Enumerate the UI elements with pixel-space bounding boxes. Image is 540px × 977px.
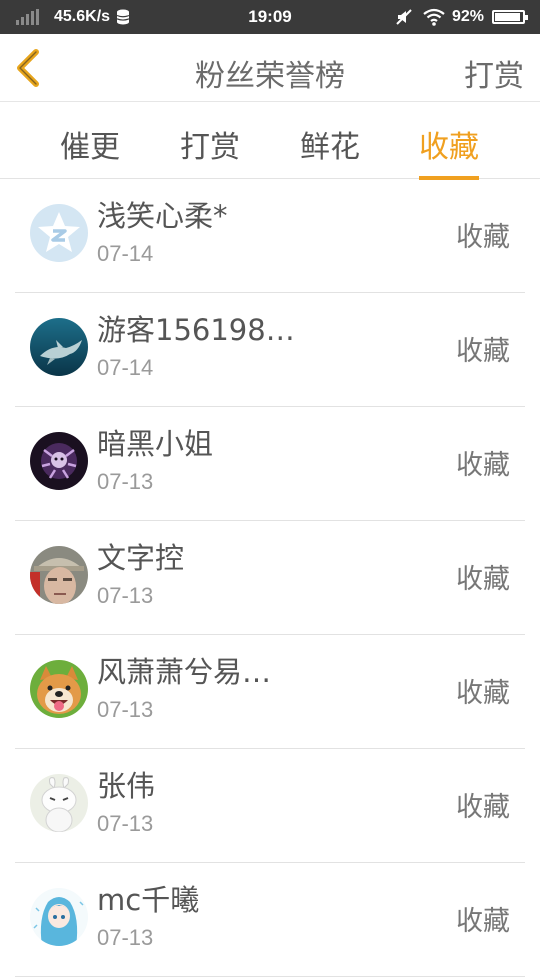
action-label: 收藏: [456, 792, 510, 823]
reward-button[interactable]: 打赏: [464, 51, 524, 95]
list-item[interactable]: 游客156198… 07-14 收藏: [15, 293, 525, 407]
item-date: 07-14: [97, 355, 154, 380]
item-date: 07-13: [97, 811, 154, 836]
list-item[interactable]: 暗黑小姐 07-13 收藏: [15, 407, 525, 521]
item-date: 07-13: [97, 583, 154, 608]
user-name: mc千曦: [97, 883, 200, 917]
item-date: 07-13: [97, 697, 154, 722]
item-date: 07-13: [97, 469, 154, 494]
tab-reward[interactable]: 打赏: [180, 122, 240, 166]
action-label: 收藏: [456, 906, 510, 937]
action-label: 收藏: [456, 336, 510, 367]
list-item[interactable]: 风萧萧兮易… 07-13 收藏: [15, 635, 525, 749]
item-date: 07-14: [97, 241, 154, 266]
battery-percent: 92%: [452, 8, 485, 25]
avatar: [30, 660, 88, 718]
user-name: 暗黑小姐: [97, 427, 214, 461]
battery-icon: [492, 10, 528, 24]
tab-bar: 催更 打赏 鲜花 收藏: [0, 102, 540, 180]
wifi-icon: [423, 8, 445, 31]
status-bar: 45.6K/s 19:09 92%: [0, 0, 540, 34]
user-name: 张伟: [97, 769, 156, 803]
avatar: [30, 546, 88, 604]
item-date: 07-13: [97, 925, 154, 950]
fan-list: 浅笑心柔* 07-14 收藏 游客156198… 07-14 收藏 暗黑小姐 0…: [0, 179, 540, 977]
avatar: [30, 204, 88, 262]
list-item[interactable]: 张伟 07-13 收藏: [15, 749, 525, 863]
user-name: 文字控: [97, 541, 185, 575]
action-label: 收藏: [456, 564, 510, 595]
avatar: [30, 774, 88, 832]
tab-label: 打赏: [180, 130, 240, 165]
avatar: [30, 432, 88, 490]
user-name: 游客156198…: [97, 313, 295, 347]
action-label: 收藏: [456, 450, 510, 481]
tab-label: 催更: [60, 130, 120, 165]
action-label: 收藏: [456, 678, 510, 709]
list-item[interactable]: 浅笑心柔* 07-14 收藏: [15, 179, 525, 293]
page-title: 粉丝荣誉榜: [195, 59, 345, 94]
navigation-bar: 粉丝荣誉榜 打赏: [0, 34, 540, 102]
tab-flowers[interactable]: 鲜花: [300, 122, 360, 166]
tab-urge[interactable]: 催更: [60, 122, 120, 166]
user-name: 浅笑心柔*: [97, 199, 228, 233]
user-name: 风萧萧兮易…: [97, 655, 272, 689]
avatar: [30, 318, 88, 376]
avatar: [30, 888, 88, 946]
mute-icon: [395, 8, 413, 31]
action-label: 收藏: [456, 222, 510, 253]
tab-label: 鲜花: [300, 130, 360, 165]
tab-label: 收藏: [419, 130, 479, 165]
tab-favorites[interactable]: 收藏: [419, 122, 479, 180]
list-item[interactable]: 文字控 07-13 收藏: [15, 521, 525, 635]
